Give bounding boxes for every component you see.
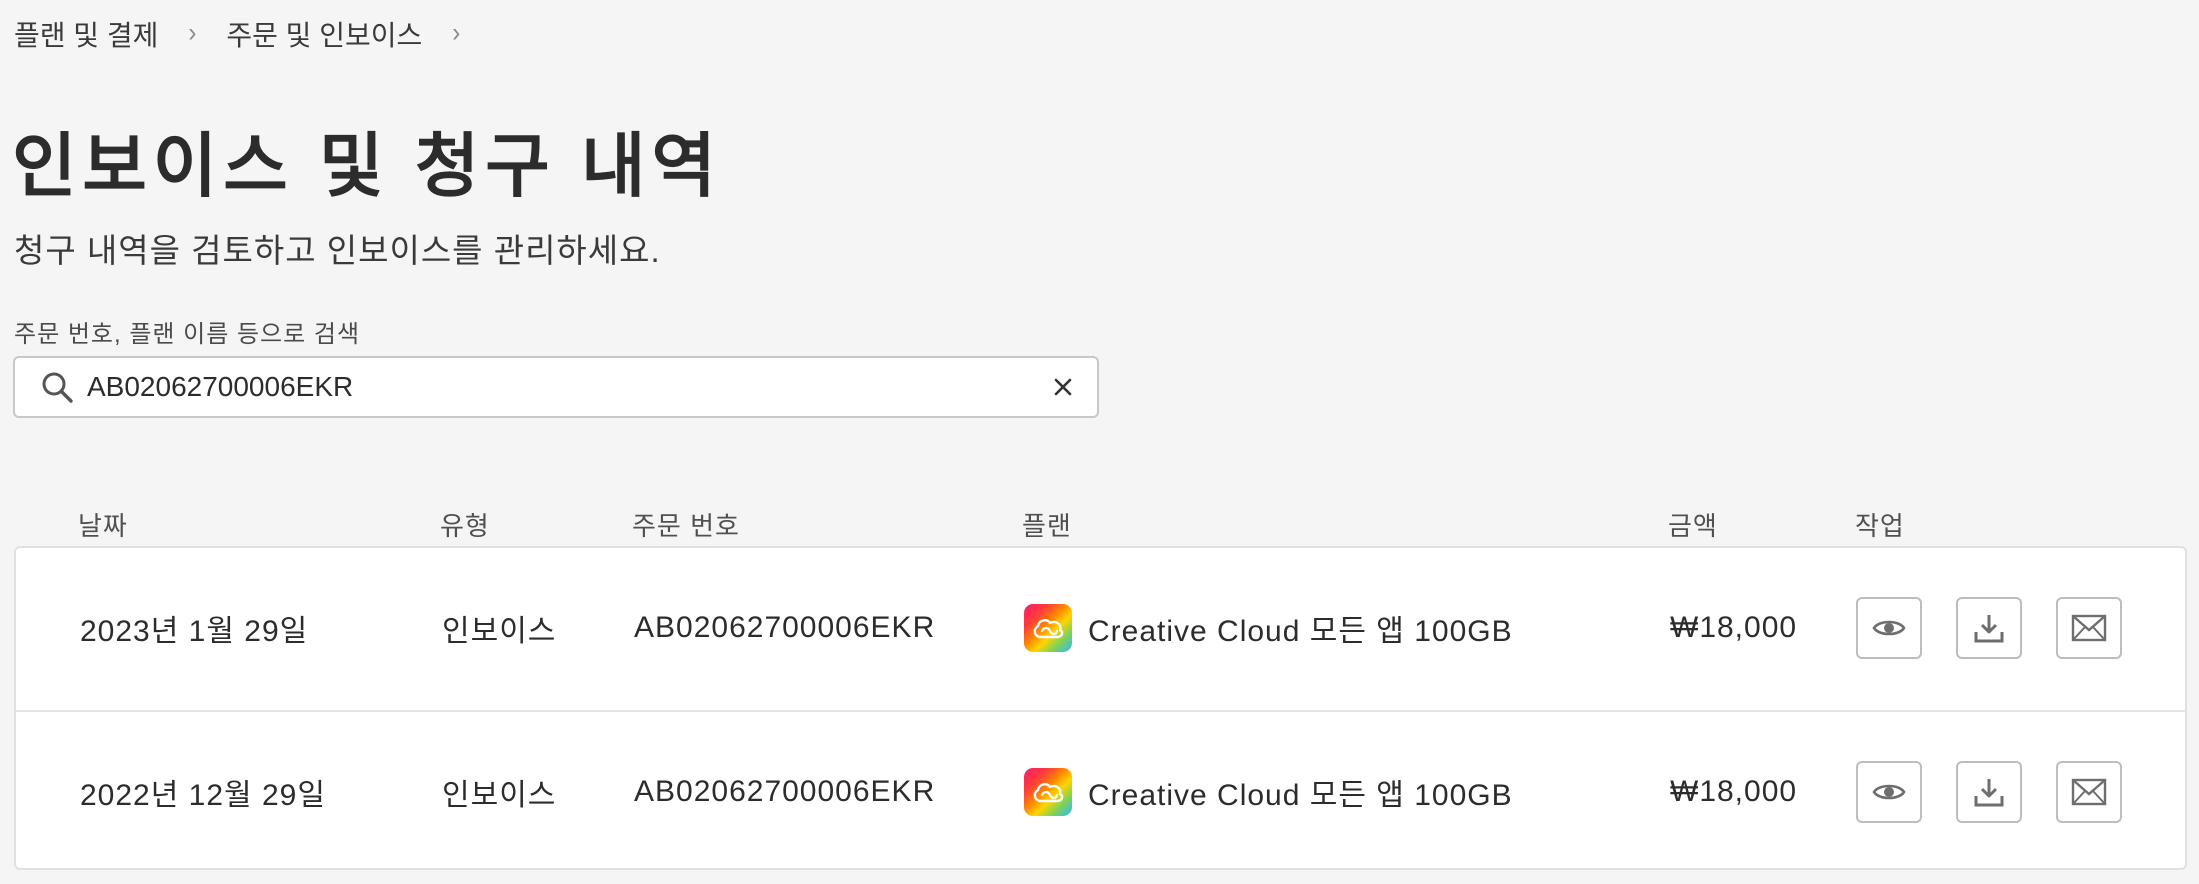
breadcrumb-link-orders-invoices[interactable]: 주문 및 인보이스 xyxy=(226,14,422,54)
search-icon xyxy=(37,367,77,407)
plan-name: Creative Cloud 모든 앱 100GB xyxy=(1088,615,1513,648)
column-header-amount: 금액 xyxy=(1668,511,1718,541)
email-invoice-button[interactable] xyxy=(2056,761,2122,823)
table-row: 2022년 12월 29일 인보이스 AB02062700006EKR Crea… xyxy=(16,710,2185,872)
plan-cell: Creative Cloud 모든 앱 100GB xyxy=(1024,712,1513,872)
eye-icon xyxy=(1872,620,1906,636)
order-number-cell: AB02062700006EKR xyxy=(634,611,936,644)
table-header: 날짜 유형 주문 번호 플랜 금액 작업 xyxy=(0,500,2199,544)
column-header-order-number: 주문 번호 xyxy=(632,511,740,541)
date-cell: 2022년 12월 29일 xyxy=(80,779,326,812)
actions-cell xyxy=(1856,712,2156,872)
download-invoice-button[interactable] xyxy=(1956,761,2022,823)
creative-cloud-logo xyxy=(1024,604,1072,652)
plan-cell: Creative Cloud 모든 앱 100GB xyxy=(1024,548,1513,708)
mail-icon xyxy=(2071,614,2107,642)
eye-icon xyxy=(1872,784,1906,800)
type-cell: 인보이스 xyxy=(442,779,557,812)
type-cell: 인보이스 xyxy=(442,615,557,648)
view-invoice-button[interactable] xyxy=(1856,597,1922,659)
order-number-cell: AB02062700006EKR xyxy=(634,775,936,808)
creative-cloud-logo xyxy=(1024,768,1072,816)
amount-cell: ₩18,000 xyxy=(1670,775,1798,808)
date-cell: 2023년 1월 29일 xyxy=(80,615,309,648)
download-icon xyxy=(1974,779,2004,807)
column-header-plan: 플랜 xyxy=(1022,511,1072,541)
breadcrumb: 플랜 및 결제 › 주문 및 인보이스 › xyxy=(14,14,490,54)
column-header-type: 유형 xyxy=(440,511,490,541)
table-row: 2023년 1월 29일 인보이스 AB02062700006EKR Creat… xyxy=(16,548,2185,708)
mail-icon xyxy=(2071,778,2107,806)
column-header-date[interactable]: 날짜 xyxy=(78,506,128,543)
page-title: 인보이스 및 청구 내역 xyxy=(12,127,722,205)
column-header-actions: 작업 xyxy=(1855,511,1905,541)
search-box xyxy=(13,356,1099,418)
chevron-right-icon: › xyxy=(188,18,197,49)
view-invoice-button[interactable] xyxy=(1856,761,1922,823)
close-icon xyxy=(1054,378,1072,396)
download-icon xyxy=(1974,615,2004,643)
actions-cell xyxy=(1856,548,2156,708)
page-subtitle: 청구 내역을 검토하고 인보이스를 관리하세요. xyxy=(14,232,661,269)
plan-name: Creative Cloud 모든 앱 100GB xyxy=(1088,779,1513,812)
breadcrumb-link-plans-billing[interactable]: 플랜 및 결제 xyxy=(14,14,158,54)
search-label: 주문 번호, 플랜 이름 등으로 검색 xyxy=(14,321,361,348)
download-invoice-button[interactable] xyxy=(1956,597,2022,659)
clear-search-button[interactable] xyxy=(1041,365,1085,409)
chevron-right-icon: › xyxy=(452,18,461,49)
amount-cell: ₩18,000 xyxy=(1670,611,1798,644)
search-input[interactable] xyxy=(87,371,1041,403)
invoice-table: 2023년 1월 29일 인보이스 AB02062700006EKR Creat… xyxy=(14,546,2187,870)
email-invoice-button[interactable] xyxy=(2056,597,2122,659)
